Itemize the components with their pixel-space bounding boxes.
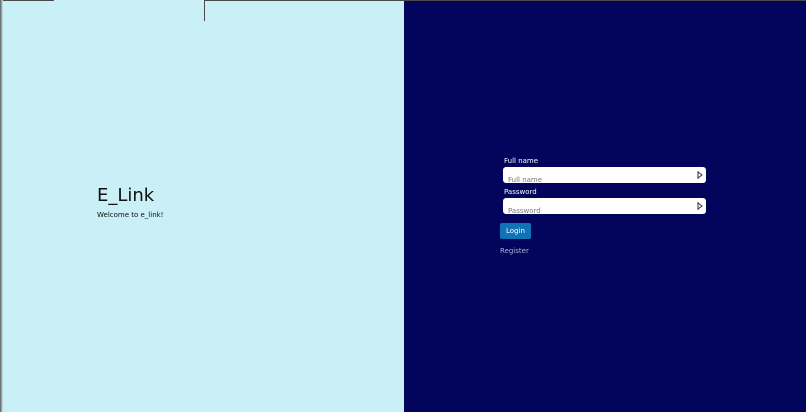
password-field-wrapper — [503, 198, 706, 219]
login-panel: Full name Password Login Re — [404, 0, 806, 412]
tab-shadow — [54, 0, 204, 1]
app-root: E_Link Welcome to e_link! Full name Pass… — [0, 0, 806, 412]
app-title: E_Link — [97, 185, 155, 206]
welcome-message: Welcome to e_link! — [97, 211, 164, 219]
welcome-panel: E_Link Welcome to e_link! — [0, 0, 404, 412]
password-input[interactable] — [503, 203, 706, 219]
password-manager-icon[interactable] — [697, 201, 703, 211]
password-manager-icon[interactable] — [697, 170, 703, 180]
brand-block: E_Link Welcome to e_link! — [97, 185, 164, 219]
full-name-label: Full name — [504, 157, 539, 165]
full-name-input[interactable] — [503, 172, 706, 188]
login-form: Full name Password Login Re — [500, 156, 710, 255]
tab-edge — [204, 0, 205, 21]
register-link[interactable]: Register — [500, 247, 710, 255]
login-button[interactable]: Login — [500, 223, 531, 239]
password-label: Password — [504, 188, 537, 196]
full-name-field-wrapper — [503, 167, 706, 188]
window-left-edge — [0, 0, 3, 412]
